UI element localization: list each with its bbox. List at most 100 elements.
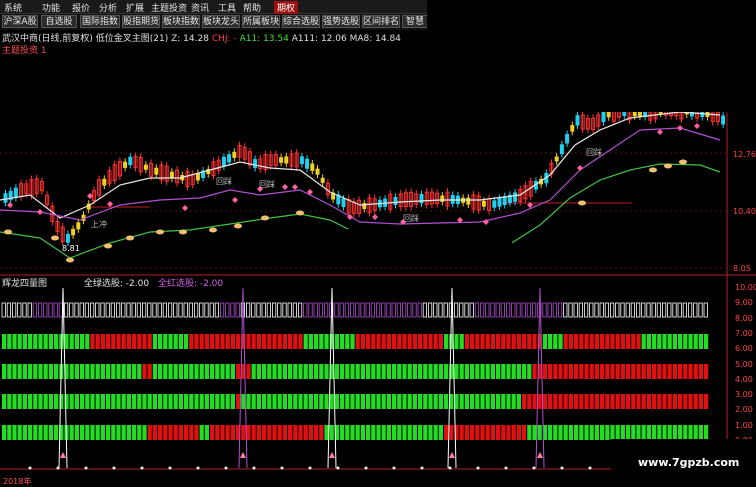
indicator-outline-bar [74,302,79,318]
indicator-outline-bar [297,302,303,318]
indicator-bar [407,394,412,409]
volume-indicator-bars [1,287,709,470]
indicator-outline-bar [1,302,6,318]
gold-signal-marker [156,229,164,235]
baseline-dot [112,466,116,470]
indicator-bar [178,425,183,440]
candle-body [279,157,284,163]
candle-body [65,233,70,243]
indicator-bar [2,394,7,409]
indicator-outline-bar [656,302,662,318]
indicator-bar [464,425,469,440]
indicator-bar [324,364,329,379]
low-price-label: 8.81 [62,244,80,253]
indicator-bar [641,334,646,349]
indicator-bar [230,425,235,440]
indicator-outline-bar [532,302,537,318]
indicator-bar [563,364,568,379]
indicator-bar [2,364,7,379]
indicator-bar [152,425,157,440]
indicator-bar [553,394,558,409]
indicator-bar [33,334,38,349]
indicator-bar [506,394,511,409]
indicator-bar [490,425,495,440]
indicator-bar [69,425,74,440]
indicator-outline-bar [17,302,22,318]
indicator-bar [381,425,386,440]
indicator-bar [199,334,204,349]
gold-signal-marker [4,229,12,235]
indicator-bar [126,425,131,440]
indicator-bar [428,394,433,409]
indicator-bar [277,394,282,409]
indicator-bar [516,364,521,379]
indicator-bar [652,334,657,349]
indicator-bar [433,425,438,440]
gold-signal-marker [66,257,74,263]
indicator-bar [262,394,267,409]
indicator-bar [137,364,142,379]
callback-label: 回踩 [403,214,419,223]
indicator-bar [189,425,194,440]
indicator-bar [272,394,277,409]
indicator-bar [366,394,371,409]
indicator-bar [48,425,53,440]
indicator-outline-bar [505,302,511,318]
indicator-bar [241,425,246,440]
indicator-bar [636,394,641,409]
indicator-bar [69,334,74,349]
indicator-bar [28,425,33,440]
indicator-bar [548,364,553,379]
indicator-bar [438,364,443,379]
indicator-bar [246,425,251,440]
indicator-bar [90,334,95,349]
indicator-outline-bar [209,302,214,318]
indicator-bar [152,394,157,409]
indicator-outline-bar [599,302,604,318]
indicator-bar [537,394,542,409]
indicator-bar [272,425,277,440]
baseline-dot [392,466,396,470]
indicator-outline-bar [542,302,547,318]
indicator-outline-bar [308,302,313,318]
indicator-outline-bar [422,302,428,318]
indicator-bar [314,334,319,349]
indicator-bar [178,334,183,349]
indicator-outline-bar [349,302,355,318]
indicator-bar [631,394,636,409]
indicator-bar [594,334,599,349]
indicator-bar [501,334,506,349]
indicator-outline-bar [79,302,84,318]
indicator-bar [168,394,173,409]
indicator-bar [626,425,631,440]
indicator-bar [298,425,303,440]
indicator-bar [163,394,168,409]
indicator-bar [579,394,584,409]
indicator-bar [220,425,225,440]
indicator-outline-bar [417,302,422,318]
indicator-outline-bar [568,302,573,318]
indicator-bar [688,394,693,409]
indicator-bar [610,425,615,440]
indicator-bar [319,334,324,349]
indicator-bar [438,425,443,440]
indicator-bar [698,364,703,379]
indicator-bar [470,364,475,379]
indicator-bar [584,334,589,349]
indicator-bar [444,334,449,349]
indicator-bar [672,334,677,349]
indicator-bar [142,364,147,379]
indicator-bar [43,394,48,409]
indicator-bar [267,425,272,440]
indicator-bar [293,394,298,409]
spike-arrow-marker [240,452,246,458]
indicator-bar [605,364,610,379]
red-select-value: 全红选股: -2.00 [157,279,224,289]
indicator-outline-bar [287,302,292,318]
indicator-bar [147,334,152,349]
indicator-outline-bar [573,302,578,318]
indicator-bar [480,425,485,440]
indicator-bar [360,364,365,379]
indicator-outline-bar [323,302,329,318]
indicator-outline-bar [438,302,443,318]
